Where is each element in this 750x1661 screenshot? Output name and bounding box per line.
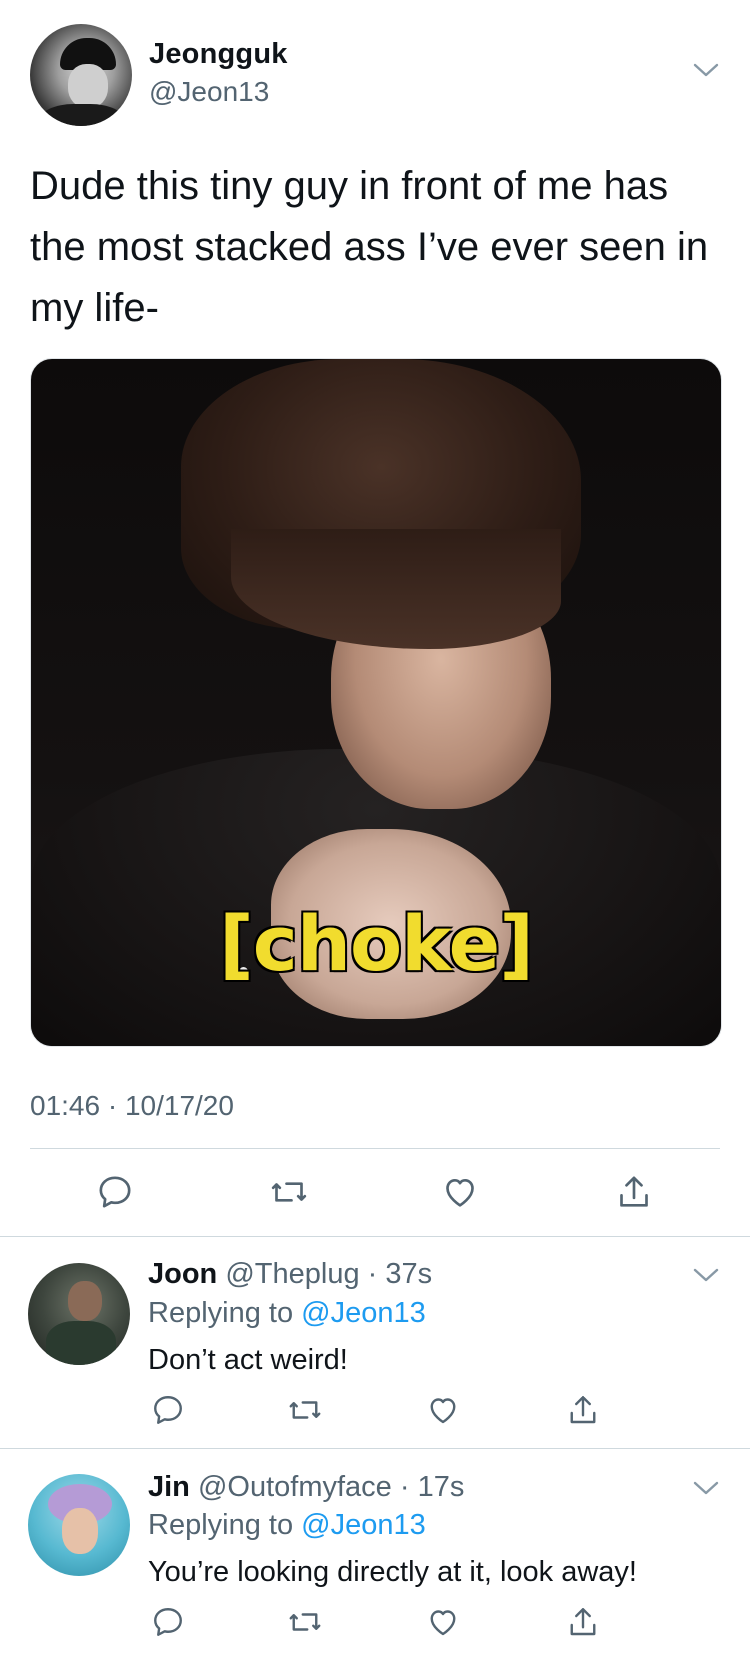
reply-icon[interactable] [150, 1604, 186, 1640]
chevron-down-icon[interactable] [692, 1265, 720, 1285]
reply-icon[interactable] [150, 1392, 186, 1428]
retweet-icon[interactable] [287, 1392, 323, 1428]
reply-author-name[interactable]: Joon [148, 1258, 217, 1290]
retweet-icon[interactable] [287, 1604, 323, 1640]
author-name[interactable]: Jeongguk [149, 38, 288, 71]
reply-avatar[interactable] [28, 1263, 130, 1365]
tweet-text: Dude this tiny guy in front of me has th… [30, 164, 709, 330]
divider [0, 1236, 750, 1237]
tweet-timestamp: 01:46 · 10/17/20 [30, 1090, 234, 1121]
reply-header: Jin @Outofmyface · 17s [148, 1471, 464, 1504]
share-icon[interactable] [565, 1392, 601, 1428]
like-icon[interactable] [440, 1172, 480, 1212]
chevron-down-icon[interactable] [692, 1478, 720, 1498]
reply-text: You’re looking directly at it, look away… [148, 1556, 637, 1588]
author-avatar[interactable] [30, 24, 132, 126]
reply-avatar[interactable] [28, 1474, 130, 1576]
like-icon[interactable] [425, 1604, 461, 1640]
reply-handle-time: @Outofmyface · 17s [189, 1471, 465, 1503]
tweet-media-image[interactable]: [choke] [30, 358, 722, 1047]
replying-label: Replying to [148, 1297, 302, 1329]
replying-to: Replying to @Jeon13 [148, 1509, 426, 1542]
replying-to: Replying to @Jeon13 [148, 1297, 426, 1330]
author-handle[interactable]: @Jeon13 [149, 76, 269, 108]
media-caption: [choke] [219, 899, 534, 988]
chevron-down-icon[interactable] [692, 60, 720, 80]
reply-author-name[interactable]: Jin [148, 1471, 190, 1503]
replying-label: Replying to [148, 1509, 302, 1541]
reply-text: Don’t act weird! [148, 1344, 348, 1376]
divider [30, 1148, 720, 1149]
divider [0, 1448, 750, 1449]
share-icon[interactable] [614, 1172, 654, 1212]
reply-handle-time: @Theplug · 37s [217, 1258, 433, 1290]
like-icon[interactable] [425, 1392, 461, 1428]
share-icon[interactable] [565, 1604, 601, 1640]
reply-header: Joon @Theplug · 37s [148, 1258, 432, 1291]
replying-handle-link[interactable]: @Jeon13 [301, 1509, 426, 1541]
replying-handle-link[interactable]: @Jeon13 [301, 1297, 426, 1329]
retweet-icon[interactable] [269, 1172, 309, 1212]
reply-icon[interactable] [95, 1172, 135, 1212]
